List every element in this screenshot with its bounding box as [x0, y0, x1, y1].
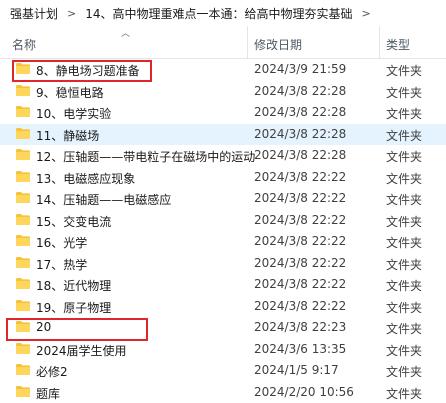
chevron-right-icon: > — [60, 7, 83, 20]
file-row[interactable]: 15、交变电流 2024/3/8 22:22 文件夹 — [0, 210, 446, 232]
file-name[interactable]: 18、近代物理 — [36, 277, 111, 294]
sort-up-icon: ︿ — [121, 26, 130, 39]
file-row[interactable]: 14、压轴题——电磁感应 2024/3/8 22:22 文件夹 — [0, 188, 446, 210]
file-type: 文件夹 — [386, 191, 422, 208]
chevron-right-icon[interactable]: > — [355, 7, 378, 20]
file-row[interactable]: 16、光学 2024/3/8 22:22 文件夹 — [0, 231, 446, 253]
file-type: 文件夹 — [386, 363, 422, 380]
column-header-row: ︿ 名称 修改日期 类型 — [0, 26, 446, 59]
file-row[interactable]: 17、热学 2024/3/8 22:22 文件夹 — [0, 253, 446, 275]
file-name[interactable]: 19、原子物理 — [36, 299, 111, 316]
folder-icon — [16, 235, 30, 246]
folder-icon — [16, 386, 30, 397]
column-header-type[interactable]: 类型 — [386, 36, 410, 53]
folder-icon — [16, 106, 30, 117]
file-name[interactable]: 2024届学生使用 — [36, 342, 127, 359]
file-name[interactable]: 17、热学 — [36, 256, 87, 273]
file-modified-date: 2024/3/8 22:22 — [254, 277, 346, 291]
folder-icon — [16, 149, 30, 160]
file-row[interactable]: 必修22024/1/5 9:17文件夹 — [0, 360, 446, 382]
file-modified-date: 2024/3/8 22:22 — [254, 256, 346, 270]
file-type: 文件夹 — [386, 385, 422, 402]
file-modified-date: 2024/3/8 22:28 — [254, 148, 346, 162]
folder-icon — [16, 343, 30, 354]
file-row[interactable]: 10、电学实验 2024/3/8 22:28 文件夹 — [0, 102, 446, 124]
file-modified-date: 2024/3/9 21:59 — [254, 62, 346, 76]
file-row[interactable]: 11、静磁场 2024/3/8 22:28 文件夹 — [0, 124, 446, 146]
breadcrumb: 强基计划 > 14、高中物理重难点一本通：给高中物理夯实基础 > — [0, 0, 446, 26]
folder-icon — [16, 128, 30, 139]
file-name[interactable]: 12、压轴题——带电粒子在磁场中的运动 — [36, 148, 255, 165]
breadcrumb-item-current-folder[interactable]: 14、高中物理重难点一本通：给高中物理夯实基础 — [83, 5, 354, 22]
file-name[interactable]: 16、光学 — [36, 234, 87, 251]
column-divider[interactable] — [379, 26, 380, 58]
file-type: 文件夹 — [386, 342, 422, 359]
folder-icon — [16, 171, 30, 182]
file-type: 文件夹 — [386, 213, 422, 230]
file-modified-date: 2024/3/8 22:28 — [254, 127, 346, 141]
folder-icon — [16, 214, 30, 225]
folder-icon — [16, 85, 30, 96]
file-modified-date: 2024/3/8 22:22 — [254, 299, 346, 313]
column-divider[interactable] — [247, 26, 248, 58]
file-name[interactable]: 必修2 — [36, 363, 68, 380]
column-header-date[interactable]: 修改日期 — [254, 36, 302, 53]
file-type: 文件夹 — [386, 234, 422, 251]
file-type: 文件夹 — [386, 277, 422, 294]
breadcrumb-item-qiangji[interactable]: 强基计划 — [8, 5, 60, 22]
file-row[interactable]: 18、近代物理 2024/3/8 22:22 文件夹 — [0, 274, 446, 296]
file-name[interactable]: 8、静电场习题准备 — [36, 62, 140, 79]
file-row[interactable]: 20 2024/3/8 22:23 文件夹 — [0, 317, 446, 339]
file-row[interactable]: 19、原子物理 2024/3/8 22:22 文件夹 — [0, 296, 446, 318]
folder-icon — [16, 192, 30, 203]
file-list: 8、静电场习题准备 2024/3/9 21:59 文件夹 9、稳恒电路 2024/3/8… — [0, 59, 446, 403]
file-type: 文件夹 — [386, 170, 422, 187]
file-modified-date: 2024/3/8 22:22 — [254, 191, 346, 205]
file-type: 文件夹 — [386, 256, 422, 273]
folder-icon — [16, 63, 30, 74]
file-modified-date: 2024/2/20 10:56 — [254, 385, 354, 399]
file-modified-date: 2024/3/6 13:35 — [254, 342, 346, 356]
file-name[interactable]: 题库 — [36, 385, 60, 402]
file-modified-date: 2024/3/8 22:22 — [254, 213, 346, 227]
file-type: 文件夹 — [386, 127, 422, 144]
file-modified-date: 2024/3/8 22:28 — [254, 105, 346, 119]
file-row[interactable]: 8、静电场习题准备 2024/3/9 21:59 文件夹 — [0, 59, 446, 81]
file-modified-date: 2024/3/8 22:28 — [254, 84, 346, 98]
file-type: 文件夹 — [386, 84, 422, 101]
file-name[interactable]: 13、电磁感应现象 — [36, 170, 135, 187]
folder-icon — [16, 278, 30, 289]
file-row[interactable]: 13、电磁感应现象 2024/3/8 22:22 文件夹 — [0, 167, 446, 189]
folder-icon — [16, 257, 30, 268]
file-name[interactable]: 14、压轴题——电磁感应 — [36, 191, 171, 208]
file-modified-date: 2024/3/8 22:23 — [254, 320, 346, 334]
file-name[interactable]: 15、交变电流 — [36, 213, 111, 230]
file-type: 文件夹 — [386, 320, 422, 337]
file-modified-date: 2024/3/8 22:22 — [254, 234, 346, 248]
file-type: 文件夹 — [386, 62, 422, 79]
file-type: 文件夹 — [386, 299, 422, 316]
file-row[interactable]: 题库 2024/2/20 10:56 文件夹 — [0, 382, 446, 403]
file-name[interactable]: 20 — [36, 320, 51, 334]
folder-icon — [16, 321, 30, 332]
column-header-name[interactable]: 名称 — [12, 36, 36, 53]
folder-icon — [16, 364, 30, 375]
file-name[interactable]: 11、静磁场 — [36, 127, 99, 144]
file-type: 文件夹 — [386, 105, 422, 122]
file-name[interactable]: 9、稳恒电路 — [36, 84, 104, 101]
file-name[interactable]: 10、电学实验 — [36, 105, 111, 122]
file-row[interactable]: 9、稳恒电路 2024/3/8 22:28 文件夹 — [0, 81, 446, 103]
file-modified-date: 2024/3/8 22:22 — [254, 170, 346, 184]
folder-icon — [16, 300, 30, 311]
file-row[interactable]: 2024届学生使用 2024/3/6 13:35 文件夹 — [0, 339, 446, 361]
file-row[interactable]: 12、压轴题——带电粒子在磁场中的运动2024/3/8 22:28 文件夹 — [0, 145, 446, 167]
file-type: 文件夹 — [386, 148, 422, 165]
